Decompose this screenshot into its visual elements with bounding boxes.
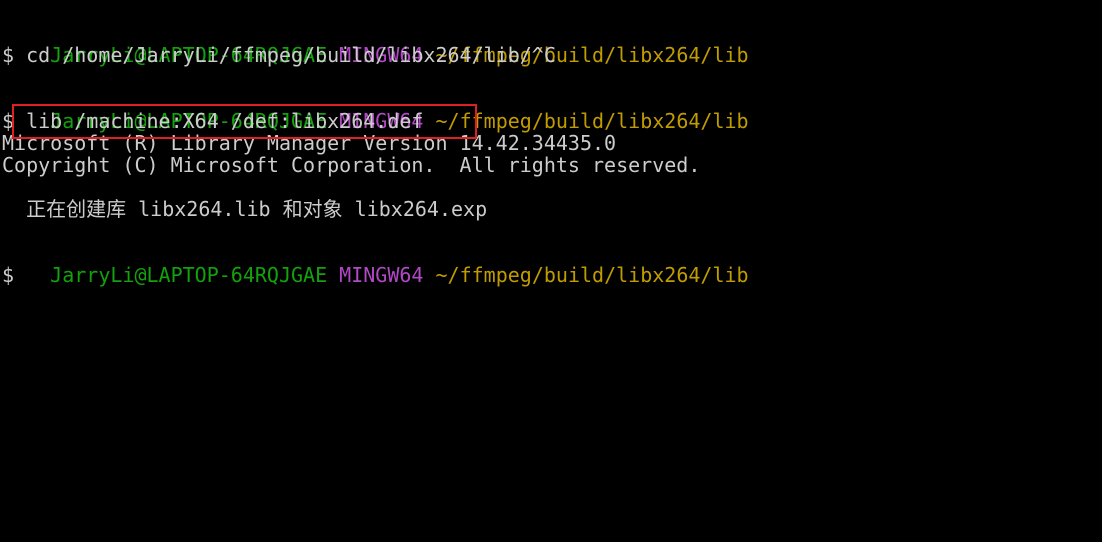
prompt-path: ~/ffmpeg/build/libx264/lib — [435, 263, 749, 287]
prompt-path: ~/ffmpeg/build/libx264/lib — [435, 109, 749, 133]
prompt-line: JarryLi@LAPTOP-64RQJGAE MINGW64 ~/ffmpeg… — [2, 22, 748, 66]
command-input-line[interactable]: $ — [2, 264, 14, 286]
output-line: Copyright (C) Microsoft Corporation. All… — [2, 153, 701, 177]
output-line: 正在创建库 libx264.lib 和对象 libx264.exp — [2, 197, 488, 221]
terminal-window[interactable]: JarryLi@LAPTOP-64RQJGAE MINGW64 ~/ffmpeg… — [0, 0, 1102, 542]
highlight-annotation-box — [12, 104, 477, 139]
prompt-system: MINGW64 — [339, 263, 424, 287]
prompt-line: JarryLi@LAPTOP-64RQJGAE MINGW64 ~/ffmpeg… — [2, 242, 748, 286]
command-line: $ cd /home/JarryLi/ffmpeg/build/libx264/… — [2, 43, 556, 67]
prompt-user: JarryLi@LAPTOP-64RQJGAE — [50, 263, 328, 287]
